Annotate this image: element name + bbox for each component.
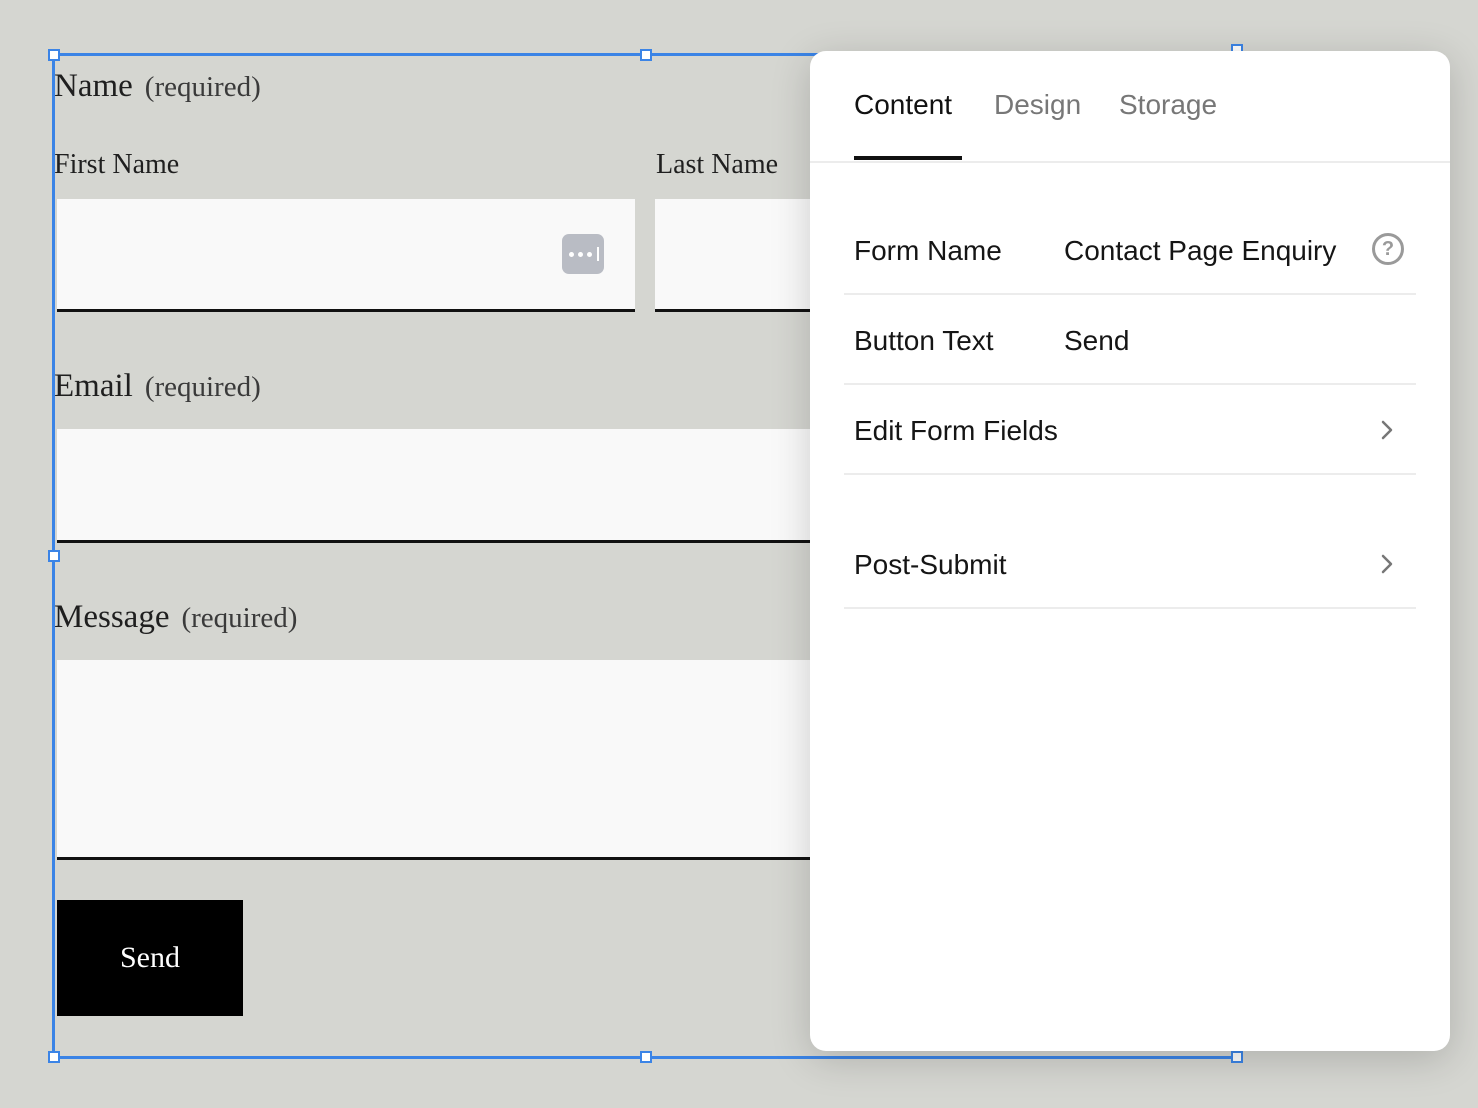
resize-handle-top-left[interactable] [48,49,60,61]
message-required-text: (required) [181,602,298,634]
message-field-label: Message (required) [54,601,297,634]
form-name-label: Form Name [854,235,1002,266]
email-label-text: Email [54,368,133,404]
post-submit-row[interactable]: Post-Submit [844,519,1416,609]
post-submit-label: Post-Submit [854,549,1007,580]
button-text-value[interactable]: Send [1064,325,1129,357]
resize-handle-bottom-left[interactable] [48,1051,60,1063]
form-name-value[interactable]: Contact Page Enquiry [1064,235,1336,267]
last-name-label: Last Name [656,149,779,180]
button-text-label: Button Text [854,325,994,356]
message-textarea[interactable] [57,660,810,860]
chevron-right-icon [1381,420,1393,440]
name-label-text: Name [54,68,133,104]
email-required-text: (required) [144,371,261,403]
edit-form-fields-row[interactable]: Edit Form Fields [844,385,1416,475]
email-input[interactable] [57,429,810,543]
send-button[interactable]: Send [57,900,243,1016]
email-field-label: Email (required) [54,370,261,403]
resize-handle-bottom-center[interactable] [640,1051,652,1063]
form-settings-panel: Content Design Storage Form Name Contact… [810,51,1450,1051]
name-required-text: (required) [144,71,261,103]
chevron-right-icon [1381,554,1393,574]
autofill-menu-icon[interactable] [562,234,604,274]
message-label-text: Message [54,599,170,635]
resize-handle-bottom-right[interactable] [1231,1051,1243,1063]
first-name-input[interactable] [57,199,635,312]
panel-tabs: Content Design Storage [810,51,1450,163]
form-name-row: Form Name Contact Page Enquiry ? [844,205,1416,295]
tab-storage[interactable]: Storage [1119,89,1217,121]
tab-content[interactable]: Content [854,89,952,121]
resize-handle-middle-left[interactable] [48,550,60,562]
tab-design[interactable]: Design [994,89,1081,121]
name-field-label: Name (required) [54,70,261,103]
resize-handle-top-center[interactable] [640,49,652,61]
active-tab-indicator [854,156,962,160]
first-name-label: First Name [54,149,180,180]
last-name-input[interactable] [655,199,810,312]
button-text-row: Button Text Send [844,295,1416,385]
question-circle-icon[interactable]: ? [1372,233,1404,265]
edit-form-fields-label: Edit Form Fields [854,415,1058,446]
